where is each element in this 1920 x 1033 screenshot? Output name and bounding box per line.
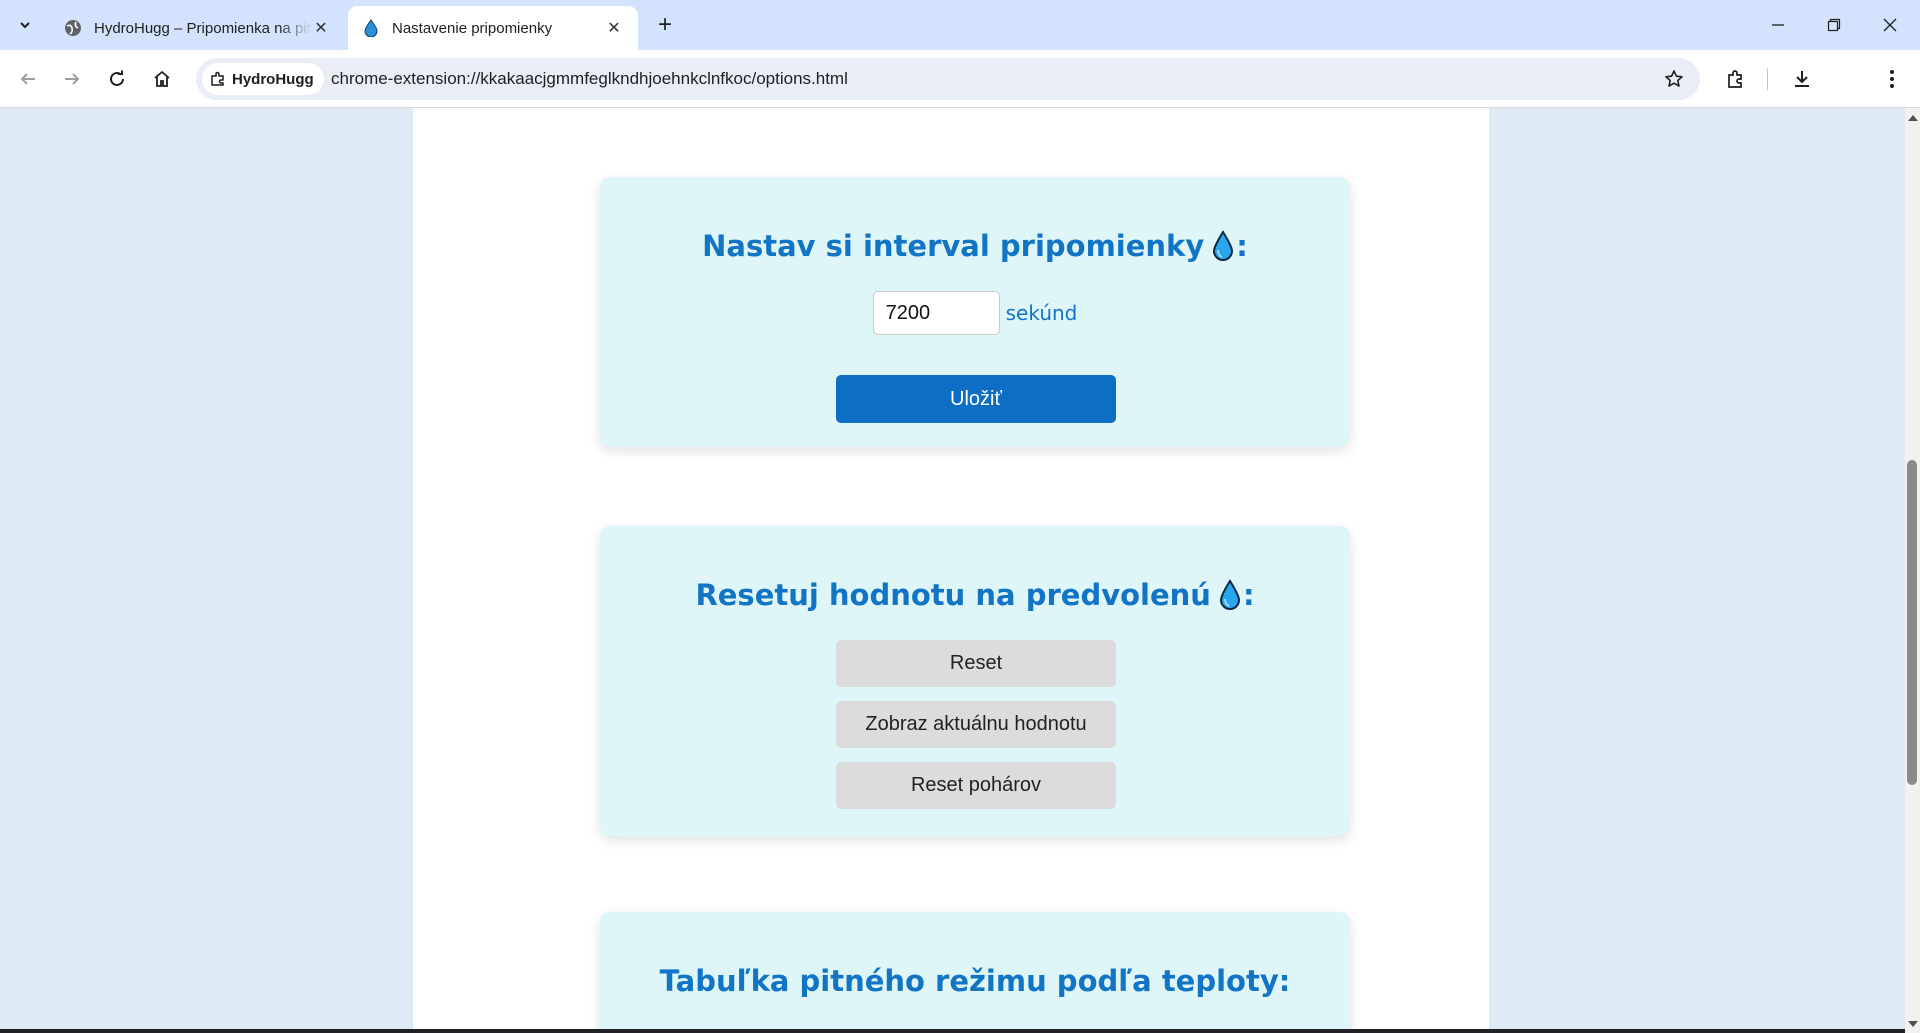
- interval-card: Nastav si interval pripomienky : sekúnd …: [600, 177, 1350, 447]
- water-drop-icon: [1213, 230, 1234, 261]
- tab-strip: HydroHugg – Pripomienka na pitie ✕ Nasta…: [0, 0, 1920, 50]
- kebab-menu-icon: [1890, 70, 1894, 88]
- site-chip-label: HydroHugg: [232, 70, 314, 88]
- interval-title-text: Nastav si interval pripomienky: [702, 229, 1205, 263]
- temperature-table-card: Tabuľka pitného režimu podľa teploty:: [600, 912, 1350, 1033]
- interval-unit: sekúnd: [1005, 301, 1078, 325]
- address-bar[interactable]: HydroHugg chrome-extension://kkakaacjgmm…: [196, 58, 1700, 100]
- back-button[interactable]: [10, 61, 46, 97]
- downloads-button[interactable]: [1784, 61, 1820, 97]
- reset-cups-button[interactable]: Reset pohárov: [836, 762, 1116, 809]
- scroll-up-arrow-icon[interactable]: [1905, 111, 1920, 123]
- tab-search-button[interactable]: [10, 10, 40, 40]
- download-icon: [1795, 71, 1809, 87]
- close-icon: [1883, 18, 1897, 32]
- page-viewport: Nastav si interval pripomienky : sekúnd …: [0, 108, 1905, 1033]
- reset-title: Resetuj hodnotu na predvolenú :: [600, 578, 1350, 612]
- site-info-chip[interactable]: HydroHugg: [202, 63, 324, 95]
- minimize-button[interactable]: [1750, 0, 1806, 50]
- home-button[interactable]: [144, 61, 180, 97]
- tab-hydrohugg[interactable]: HydroHugg – Pripomienka na pitie ✕: [50, 6, 345, 50]
- close-tab-icon[interactable]: ✕: [311, 18, 331, 38]
- extension-icon: [210, 71, 226, 87]
- options-page: Nastav si interval pripomienky : sekúnd …: [413, 108, 1489, 1033]
- reload-button[interactable]: [99, 61, 135, 97]
- table-title: Tabuľka pitného režimu podľa teploty:: [659, 964, 1291, 998]
- restore-icon: [1827, 18, 1841, 32]
- save-button[interactable]: Uložiť: [836, 375, 1116, 423]
- extensions-button[interactable]: [1718, 61, 1754, 97]
- minimize-icon: [1772, 24, 1784, 26]
- scrollbar-thumb[interactable]: [1907, 460, 1917, 785]
- globe-icon: [64, 19, 82, 37]
- toolbar-separator: [1767, 68, 1768, 90]
- browser-toolbar: HydroHugg chrome-extension://kkakaacjgmm…: [0, 50, 1920, 108]
- menu-button[interactable]: [1874, 61, 1910, 97]
- reset-title-text: Resetuj hodnotu na predvolenú: [695, 578, 1211, 612]
- home-icon: [154, 70, 170, 87]
- close-tab-icon[interactable]: ✕: [604, 18, 624, 38]
- close-window-button[interactable]: [1862, 0, 1918, 50]
- url-text[interactable]: chrome-extension://kkakaacjgmmfeglkndhjo…: [331, 69, 848, 89]
- tab-title: Nastavenie pripomienky: [392, 19, 553, 37]
- scroll-down-arrow-icon[interactable]: [1905, 1018, 1920, 1030]
- bookmark-star-icon[interactable]: [1662, 67, 1686, 91]
- reload-icon: [110, 70, 124, 86]
- interval-input[interactable]: [872, 291, 1000, 335]
- forward-button[interactable]: [54, 61, 90, 97]
- interval-title-colon: :: [1236, 229, 1248, 263]
- chevron-down-icon: [20, 22, 30, 29]
- arrow-left-icon: [20, 73, 35, 85]
- interval-row: sekúnd: [600, 291, 1350, 335]
- water-drop-icon: [362, 19, 380, 37]
- puzzle-icon: [1728, 70, 1742, 88]
- page-scrollbar[interactable]: [1905, 108, 1920, 1033]
- interval-title: Nastav si interval pripomienky :: [600, 229, 1350, 263]
- reset-card: Resetuj hodnotu na predvolenú : Reset Zo…: [600, 526, 1350, 836]
- new-tab-button[interactable]: +: [650, 10, 680, 40]
- show-current-value-button[interactable]: Zobraz aktuálnu hodnotu: [836, 701, 1116, 748]
- reset-button[interactable]: Reset: [836, 640, 1116, 687]
- water-drop-icon: [1219, 579, 1240, 610]
- tab-nastavenie[interactable]: Nastavenie pripomienky ✕: [348, 6, 638, 50]
- arrow-right-icon: [65, 73, 80, 85]
- restore-button[interactable]: [1806, 0, 1862, 50]
- reset-title-colon: :: [1242, 578, 1255, 612]
- tab-title: HydroHugg – Pripomienka na pitie: [94, 19, 311, 37]
- taskbar-edge: [0, 1029, 1905, 1033]
